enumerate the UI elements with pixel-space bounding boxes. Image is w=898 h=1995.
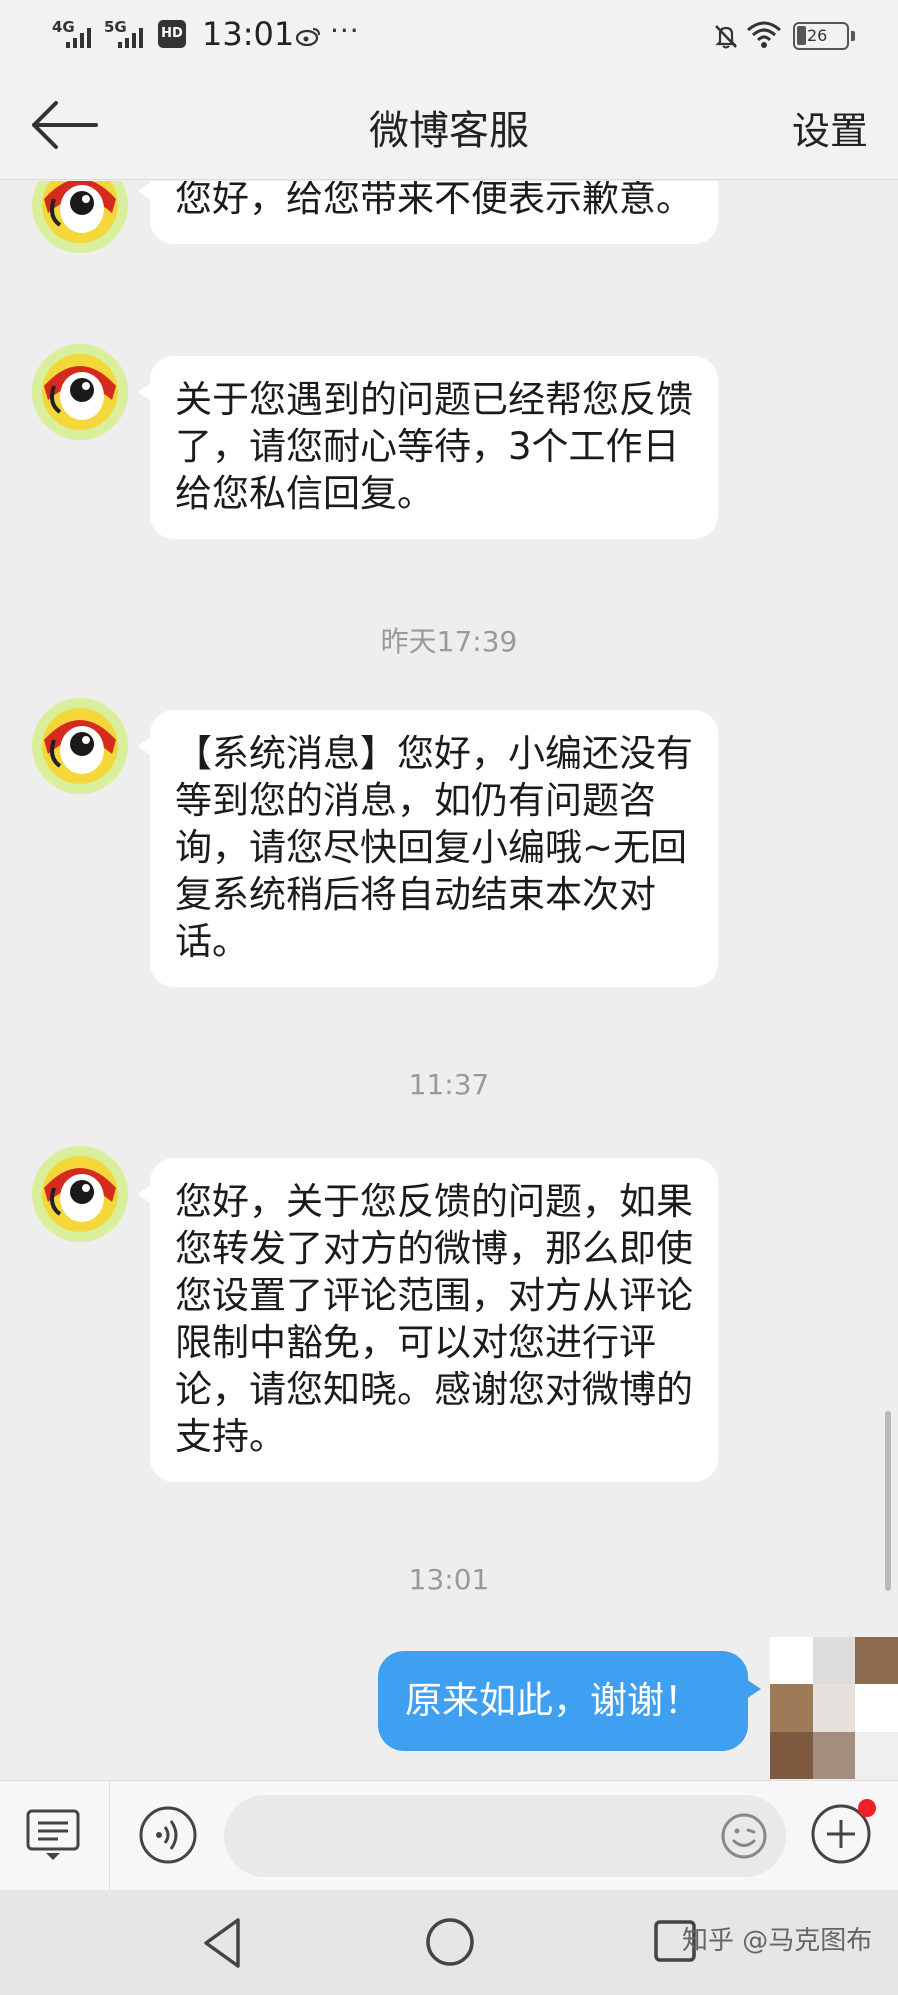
system-nav-bar: 知乎 @马克图布 [0, 1890, 898, 1995]
message-input[interactable] [224, 1795, 786, 1877]
user-avatar[interactable] [770, 1637, 898, 1779]
notification-dot [858, 1799, 876, 1817]
timestamp: 11:37 [408, 1068, 490, 1101]
battery-level: 26 [807, 26, 828, 45]
battery-icon: 26 [793, 22, 855, 50]
service-avatar-icon[interactable] [30, 181, 130, 255]
voice-icon[interactable] [138, 1805, 198, 1865]
my-message-bubble: 原来如此，谢谢！ [378, 1651, 761, 1751]
chat-area[interactable]: 您好，给您带来不便表示歉意。 关于您遇到的问题已经帮您反馈了，请您耐心等待，3个… [0, 181, 898, 1779]
watermark-text: 知乎 @马克图布 [682, 1926, 873, 1956]
more-status-icon: ··· [330, 14, 360, 47]
settings-button[interactable]: 设置 [792, 100, 868, 155]
mute-bell-icon [715, 25, 737, 49]
chat-scrollbar[interactable] [885, 1411, 891, 1591]
system-back-icon[interactable] [198, 1916, 246, 1970]
service-message-bubble: 关于您遇到的问题已经帮您反馈了，请您耐心等待，3个工作日给您私信回复。 [138, 356, 718, 539]
service-message-bubble: 您好，关于您反馈的问题，如果您转发了对方的微博，那么即使您设置了评论范围，对方从… [138, 1158, 718, 1482]
nav-bar: 微博客服 设置 [0, 72, 898, 180]
system-home-icon[interactable] [424, 1916, 476, 1968]
signal-icon [66, 26, 92, 48]
service-avatar-icon[interactable] [30, 1144, 130, 1244]
page-title: 微博客服 [369, 108, 529, 154]
signal-5g-icon [118, 26, 144, 48]
keyboard-menu-icon [26, 1809, 80, 1860]
wifi-icon [747, 21, 781, 48]
service-avatar-icon[interactable] [30, 696, 130, 796]
emoji-icon[interactable] [720, 1812, 768, 1860]
timestamp: 13:01 [408, 1563, 490, 1596]
service-message-bubble: 您好，给您带来不便表示歉意。 [138, 181, 718, 244]
hd-icon: HD [158, 20, 186, 48]
timestamp: 昨天17:39 [380, 625, 518, 658]
input-bar [0, 1780, 898, 1891]
status-bar: 4G 5G HD 13:01 ··· 26 [0, 0, 898, 72]
menu-toggle-button[interactable] [0, 1781, 110, 1891]
weibo-icon [296, 28, 320, 46]
status-time: 13:01 [202, 15, 295, 53]
service-message-bubble: 【系统消息】您好，小编还没有等到您的消息，如仍有问题咨询，请您尽快回复小编哦~无… [138, 710, 718, 987]
service-avatar-icon[interactable] [30, 342, 130, 442]
